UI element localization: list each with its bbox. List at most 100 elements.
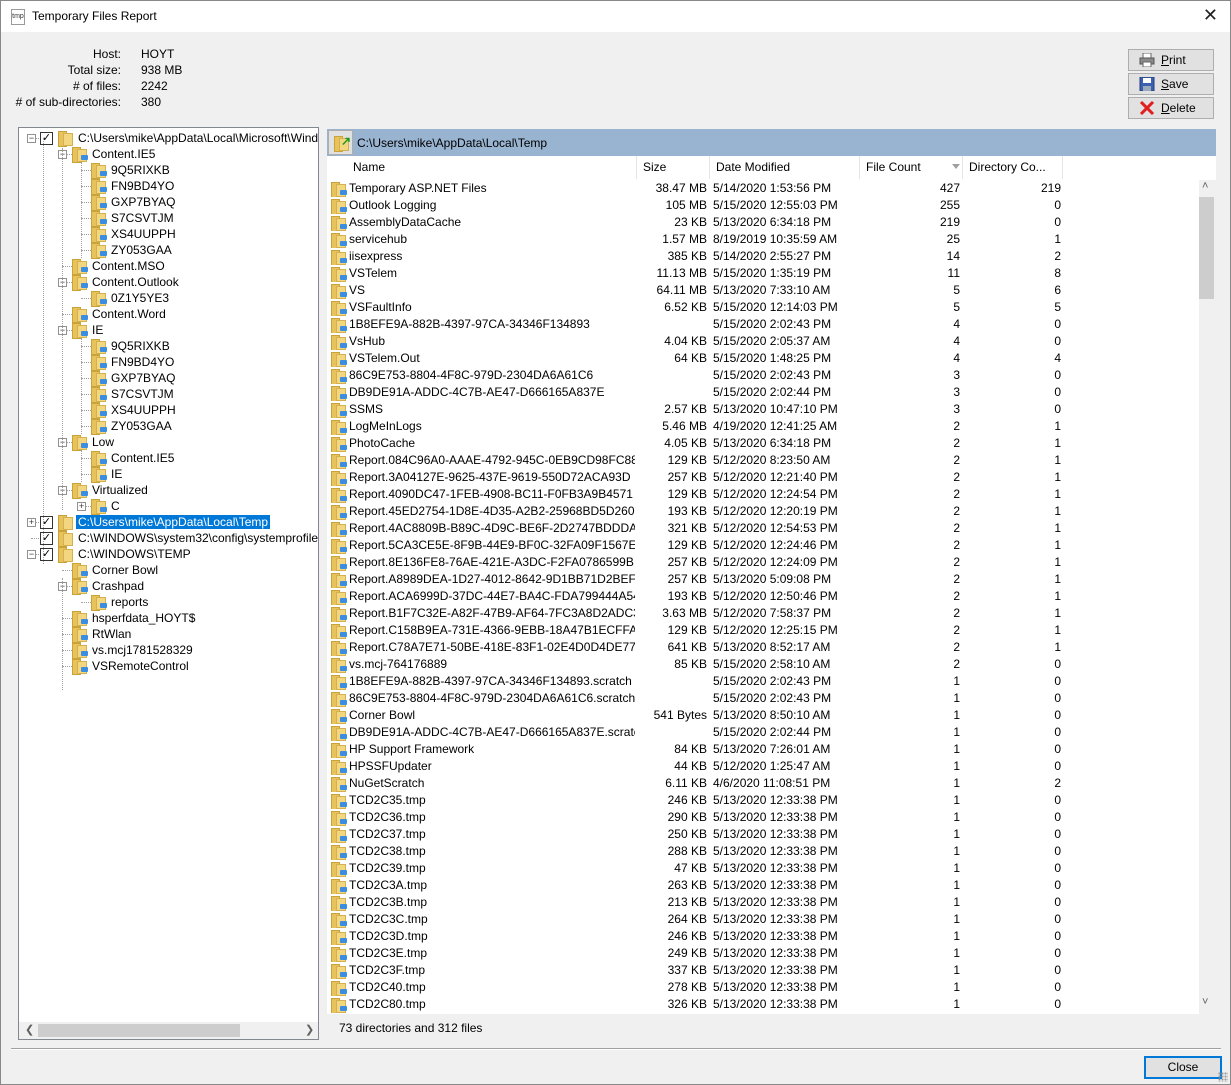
list-row[interactable]: LogMeInLogs 5.46 MB 4/19/2020 12:41:25 AM 2… <box>327 418 1197 435</box>
file-list[interactable]: Name Size Date Modified File Count Direc… <box>327 156 1216 1014</box>
list-row[interactable]: DB9DE91A-ADDC-4C7B-AE47-D666165A837E 5/15… <box>327 384 1197 401</box>
list-row[interactable]: Report.A8989DEA-1D27-4012-8642-9D1BB71D2… <box>327 571 1197 588</box>
list-row[interactable]: Report.8E136FE8-76AE-421E-A3DC-F2FA07865… <box>327 554 1197 571</box>
tree-node[interactable]: ✓ C:\WINDOWS\system32\config\systemprofil… <box>27 530 318 547</box>
tree-node[interactable]: − Virtualized <box>58 482 150 499</box>
list-row[interactable]: TCD2C80.tmp 326 KB 5/13/2020 12:33:38 PM 1 0 <box>327 996 1197 1013</box>
list-row[interactable]: Report.C158B9EA-731E-4366-9EBB-18A47B1EC… <box>327 622 1197 639</box>
list-row[interactable]: PhotoCache 4.05 KB 5/13/2020 6:34:18 PM 2 1 <box>327 435 1197 452</box>
list-row[interactable]: TCD2C39.tmp 47 KB 5/13/2020 12:33:38 PM 1 0 <box>327 860 1197 877</box>
list-row[interactable]: TCD2C37.tmp 250 KB 5/13/2020 12:33:38 PM 1 0 <box>327 826 1197 843</box>
list-row[interactable]: iisexpress 385 KB 5/14/2020 2:55:27 PM 14 2 <box>327 248 1197 265</box>
list-vertical-scrollbar[interactable]: ˄ ˅ <box>1199 180 1216 1014</box>
scroll-up-icon[interactable]: ˄ <box>1202 180 1208 192</box>
tree-node[interactable]: − Low <box>58 434 116 451</box>
tree-node[interactable]: reports <box>77 594 150 611</box>
list-row[interactable]: Temporary ASP.NET Files 38.47 MB 5/14/2020… <box>327 180 1197 197</box>
tree-node[interactable]: − IE <box>58 322 105 339</box>
list-row[interactable]: TCD2C40.tmp 278 KB 5/13/2020 12:33:38 PM 1 0 <box>327 979 1197 996</box>
list-row[interactable]: Outlook Logging 105 MB 5/15/2020 12:55:03 … <box>327 197 1197 214</box>
expand-icon[interactable]: + <box>27 517 36 527</box>
list-row[interactable]: TCD2C3E.tmp 249 KB 5/13/2020 12:33:38 PM 1 0 <box>327 945 1197 962</box>
list-row[interactable]: HP Support Framework 84 KB 5/13/2020 7:26:… <box>327 741 1197 758</box>
list-row[interactable]: VS 64.11 MB 5/13/2020 7:33:10 AM 5 6 <box>327 282 1197 299</box>
list-row[interactable]: Corner Bowl 541 Bytes 5/13/2020 8:50:10 AM… <box>327 707 1197 724</box>
list-row[interactable]: Report.4090DC47-1FEB-4908-BC11-F0FB3A9B4… <box>327 486 1197 503</box>
tree-node[interactable]: − ✓ C:\Users\mike\AppData\Local\Microsoft\… <box>27 130 318 147</box>
tree-node[interactable]: − ✓ C:\WINDOWS\TEMP <box>27 546 193 563</box>
folder-tree[interactable]: ❮ ❯ − ✓ C:\Users\mike\AppData\Local\Micros… <box>18 127 319 1040</box>
list-row[interactable]: TCD2C3A.tmp 263 KB 5/13/2020 12:33:38 PM 1 0 <box>327 877 1197 894</box>
tree-node[interactable]: Corner Bowl <box>58 562 160 579</box>
tree-node[interactable]: 9Q5RIXKB <box>77 338 172 355</box>
folder-checkbox[interactable]: ✓ <box>40 131 53 145</box>
list-row[interactable]: TCD2C3D.tmp 246 KB 5/13/2020 12:33:38 PM 1 0 <box>327 928 1197 945</box>
tree-node[interactable]: 9Q5RIXKB <box>77 162 172 179</box>
tree-node[interactable]: − Crashpad <box>58 578 146 595</box>
folder-checkbox[interactable]: ✓ <box>40 531 53 545</box>
tree-node[interactable]: GXP7BYAQ <box>77 370 177 387</box>
list-row[interactable]: Report.5CA3CE5E-8F9B-44E9-BF0C-32FA09F15… <box>327 537 1197 554</box>
tree-node[interactable]: 0Z1Y5YE3 <box>77 290 171 307</box>
tree-node[interactable]: ZY053GAA <box>77 242 174 259</box>
list-row[interactable]: 1B8EFE9A-882B-4397-97CA-34346F134893 5/15… <box>327 316 1197 333</box>
column-header-file-count[interactable]: File Count <box>860 156 963 179</box>
folder-checkbox[interactable]: ✓ <box>40 515 53 529</box>
scroll-down-icon[interactable]: ˅ <box>1202 996 1208 1008</box>
scroll-right-icon[interactable]: ❯ <box>305 1023 314 1036</box>
scroll-thumb[interactable] <box>1199 197 1214 299</box>
list-row[interactable]: Report.3A04127E-9625-437E-9619-550D72ACA… <box>327 469 1197 486</box>
list-row[interactable]: servicehub 1.57 MB 8/19/2019 10:35:59 AM 25… <box>327 231 1197 248</box>
scroll-thumb[interactable] <box>38 1024 240 1037</box>
tree-node[interactable]: FN9BD4YO <box>77 178 176 195</box>
list-row[interactable]: VSTelem.Out 64 KB 5/15/2020 1:48:25 PM 4 4 <box>327 350 1197 367</box>
tree-node[interactable]: XS4UUPPH <box>77 402 178 419</box>
column-header-size[interactable]: Size <box>637 156 710 179</box>
window-close-button[interactable]: ✕ <box>1203 5 1218 26</box>
collapse-icon[interactable]: − <box>27 549 36 559</box>
list-row[interactable]: TCD2C35.tmp 246 KB 5/13/2020 12:33:38 PM 1 0 <box>327 792 1197 809</box>
list-row[interactable]: 1B8EFE9A-882B-4397-97CA-34346F134893.scr… <box>327 673 1197 690</box>
list-row[interactable]: 86C9E753-8804-4F8C-979D-2304DA6A61C6.scr… <box>327 690 1197 707</box>
tree-horizontal-scrollbar[interactable]: ❮ ❯ <box>19 1022 318 1039</box>
tree-node[interactable]: − Content.Outlook <box>58 274 181 291</box>
list-row[interactable]: Report.B1F7C32E-A82F-47B9-AF64-7FC3A8D2A… <box>327 605 1197 622</box>
list-row[interactable]: Report.45ED2754-1D8E-4D35-A2B2-25968BD5D… <box>327 503 1197 520</box>
tree-node[interactable]: GXP7BYAQ <box>77 194 177 211</box>
list-row[interactable]: Report.084C96A0-AAAE-4792-945C-0EB9CD98F… <box>327 452 1197 469</box>
list-row[interactable]: HPSSFUpdater 44 KB 5/12/2020 1:25:47 AM 1 0 <box>327 758 1197 775</box>
list-row[interactable]: Report.C78A7E71-50BE-418E-83F1-02E4D0D4D… <box>327 639 1197 656</box>
expand-icon[interactable]: + <box>77 501 86 511</box>
tree-node[interactable]: ZY053GAA <box>77 418 174 435</box>
delete-button[interactable]: Delete <box>1128 97 1214 119</box>
tree-node[interactable]: + ✓ C:\Users\mike\AppData\Local\Temp <box>27 514 271 531</box>
list-row[interactable]: TCD2C3C.tmp 264 KB 5/13/2020 12:33:38 PM 1 0 <box>327 911 1197 928</box>
up-folder-button[interactable]: ↗ <box>328 130 353 155</box>
column-header-date-modified[interactable]: Date Modified <box>710 156 860 179</box>
tree-node[interactable]: hsperfdata_HOYT$ <box>58 610 197 627</box>
column-header-name[interactable]: Name <box>347 156 637 179</box>
list-row[interactable]: Report.ACA6999D-37DC-44E7-BA4C-FDA799444… <box>327 588 1197 605</box>
column-header-directory-count[interactable]: Directory Co... <box>963 156 1063 179</box>
folder-checkbox[interactable]: ✓ <box>40 547 53 561</box>
list-row[interactable]: 86C9E753-8804-4F8C-979D-2304DA6A61C6 5/15… <box>327 367 1197 384</box>
list-row[interactable]: SSMS 2.57 KB 5/13/2020 10:47:10 PM 3 0 <box>327 401 1197 418</box>
close-button[interactable]: Close <box>1144 1056 1222 1079</box>
list-row[interactable]: VSTelem 11.13 MB 5/15/2020 1:35:19 PM 11 8 <box>327 265 1197 282</box>
scroll-left-icon[interactable]: ❮ <box>25 1023 34 1036</box>
list-row[interactable]: AssemblyDataCache 23 KB 5/13/2020 6:34:18 … <box>327 214 1197 231</box>
tree-node[interactable]: IE <box>77 466 124 483</box>
collapse-icon[interactable]: − <box>27 133 36 143</box>
tree-node[interactable]: XS4UUPPH <box>77 226 178 243</box>
tree-node[interactable]: S7CSVTJM <box>77 210 176 227</box>
tree-node[interactable]: vs.mcj1781528329 <box>58 642 195 659</box>
list-row[interactable]: VSFaultInfo 6.52 KB 5/15/2020 12:14:03 PM 5… <box>327 299 1197 316</box>
tree-node[interactable]: Content.MSO <box>58 258 167 275</box>
list-row[interactable]: DB9DE91A-ADDC-4C7B-AE47-D666165A837E.scr… <box>327 724 1197 741</box>
list-row[interactable]: TCD2C36.tmp 290 KB 5/13/2020 12:33:38 PM 1 0 <box>327 809 1197 826</box>
save-button[interactable]: Save <box>1128 73 1214 95</box>
list-row[interactable]: TCD2C38.tmp 288 KB 5/13/2020 12:33:38 PM 1 0 <box>327 843 1197 860</box>
list-row[interactable]: TCD2C3B.tmp 213 KB 5/13/2020 12:33:38 PM 1 0 <box>327 894 1197 911</box>
tree-node[interactable]: Content.Word <box>58 306 168 323</box>
list-row[interactable]: Report.4AC8809B-B89C-4D9C-BE6F-2D2747BDD… <box>327 520 1197 537</box>
